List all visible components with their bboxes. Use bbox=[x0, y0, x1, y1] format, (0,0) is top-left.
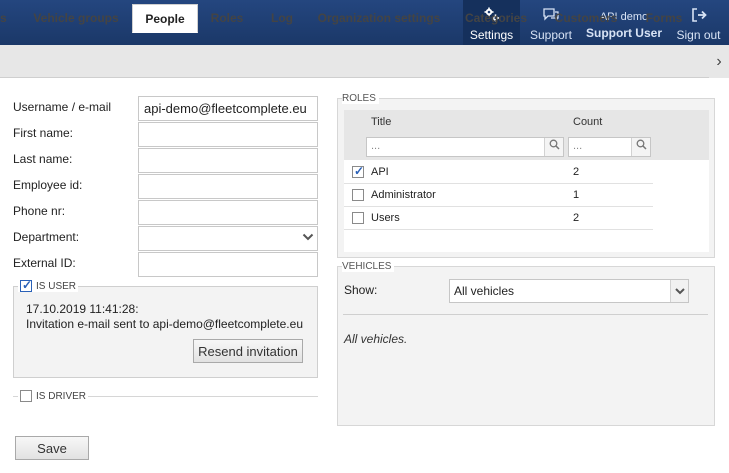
tab-organization-settings[interactable]: Organization settings bbox=[310, 4, 448, 33]
vehicles-title: VEHICLES bbox=[342, 261, 395, 272]
last-name-input[interactable] bbox=[138, 148, 318, 173]
tab-roles[interactable]: Roles bbox=[200, 4, 254, 33]
tabs-scroll-right-icon[interactable]: › bbox=[709, 45, 729, 78]
role-title: API bbox=[371, 166, 389, 178]
count-filter-placeholder: ... bbox=[573, 140, 583, 152]
role-checkbox-users[interactable] bbox=[352, 212, 364, 224]
tab-vehicle-groups[interactable]: Vehicle groups bbox=[22, 4, 130, 33]
first-name-input[interactable] bbox=[138, 122, 318, 147]
vehicles-divider bbox=[343, 314, 708, 315]
department-select[interactable] bbox=[138, 226, 318, 251]
is-user-label: IS USER bbox=[36, 280, 77, 292]
table-row[interactable]: Administrator 1 bbox=[344, 184, 653, 207]
last-name-label: Last name: bbox=[13, 152, 73, 166]
tab-categories[interactable]: Categories bbox=[454, 4, 538, 33]
role-count: 2 bbox=[573, 166, 580, 178]
search-icon[interactable] bbox=[631, 138, 650, 156]
vehicles-show-label: Show: bbox=[344, 283, 378, 297]
tab-customers[interactable]: Customers bbox=[546, 4, 626, 33]
employee-id-label: Employee id: bbox=[13, 178, 83, 192]
chevron-down-icon bbox=[302, 230, 314, 247]
department-label: Department: bbox=[13, 230, 80, 244]
role-count: 2 bbox=[573, 212, 580, 224]
phone-label: Phone nr: bbox=[13, 204, 66, 218]
search-icon[interactable] bbox=[544, 138, 563, 156]
resend-invitation-button[interactable]: Resend invitation bbox=[193, 339, 303, 363]
role-count: 1 bbox=[573, 189, 580, 201]
username-label: Username / e-mail bbox=[13, 100, 112, 114]
chevron-down-icon bbox=[670, 280, 688, 302]
role-title: Users bbox=[371, 212, 400, 224]
roles-count-filter[interactable]: ... bbox=[568, 137, 651, 157]
roles-col-title[interactable]: Title bbox=[371, 116, 391, 128]
is-user-checkbox[interactable] bbox=[20, 278, 32, 292]
table-row[interactable]: Users 2 bbox=[344, 207, 653, 230]
roles-col-count[interactable]: Count bbox=[573, 116, 602, 128]
invitation-timestamp: 17.10.2019 11:41:28: bbox=[26, 302, 139, 316]
tab-partial[interactable]: s bbox=[0, 4, 12, 33]
roles-title: ROLES bbox=[342, 93, 379, 104]
is-user-fieldset bbox=[13, 286, 318, 378]
tab-log[interactable]: Log bbox=[258, 4, 306, 33]
external-id-label: External ID: bbox=[13, 256, 76, 270]
save-button[interactable]: Save bbox=[15, 436, 89, 460]
username-input[interactable] bbox=[138, 96, 318, 121]
role-title: Administrator bbox=[371, 189, 436, 201]
title-filter-placeholder: ... bbox=[371, 140, 381, 152]
roles-title-filter[interactable]: ... bbox=[366, 137, 564, 157]
is-driver-checkbox[interactable] bbox=[20, 390, 32, 402]
tab-bar bbox=[0, 45, 729, 78]
table-row[interactable]: API 2 bbox=[344, 161, 653, 184]
is-driver-toggle[interactable]: IS DRIVER bbox=[18, 390, 89, 402]
vehicles-show-value: All vehicles bbox=[454, 284, 515, 298]
role-checkbox-api[interactable] bbox=[352, 164, 364, 178]
role-checkbox-administrator[interactable] bbox=[352, 189, 364, 201]
vehicles-show-select[interactable]: All vehicles bbox=[449, 279, 689, 303]
external-id-input[interactable] bbox=[138, 252, 318, 277]
tab-people[interactable]: People bbox=[132, 4, 198, 33]
vehicles-note: All vehicles. bbox=[344, 332, 408, 346]
invitation-message: Invitation e-mail sent to api-demo@fleet… bbox=[26, 317, 303, 331]
is-driver-label: IS DRIVER bbox=[36, 390, 87, 402]
first-name-label: First name: bbox=[13, 126, 74, 140]
employee-id-input[interactable] bbox=[138, 174, 318, 199]
is-user-toggle[interactable]: IS USER bbox=[18, 278, 79, 292]
phone-input[interactable] bbox=[138, 200, 318, 225]
tab-forms[interactable]: Forms bbox=[636, 4, 692, 33]
